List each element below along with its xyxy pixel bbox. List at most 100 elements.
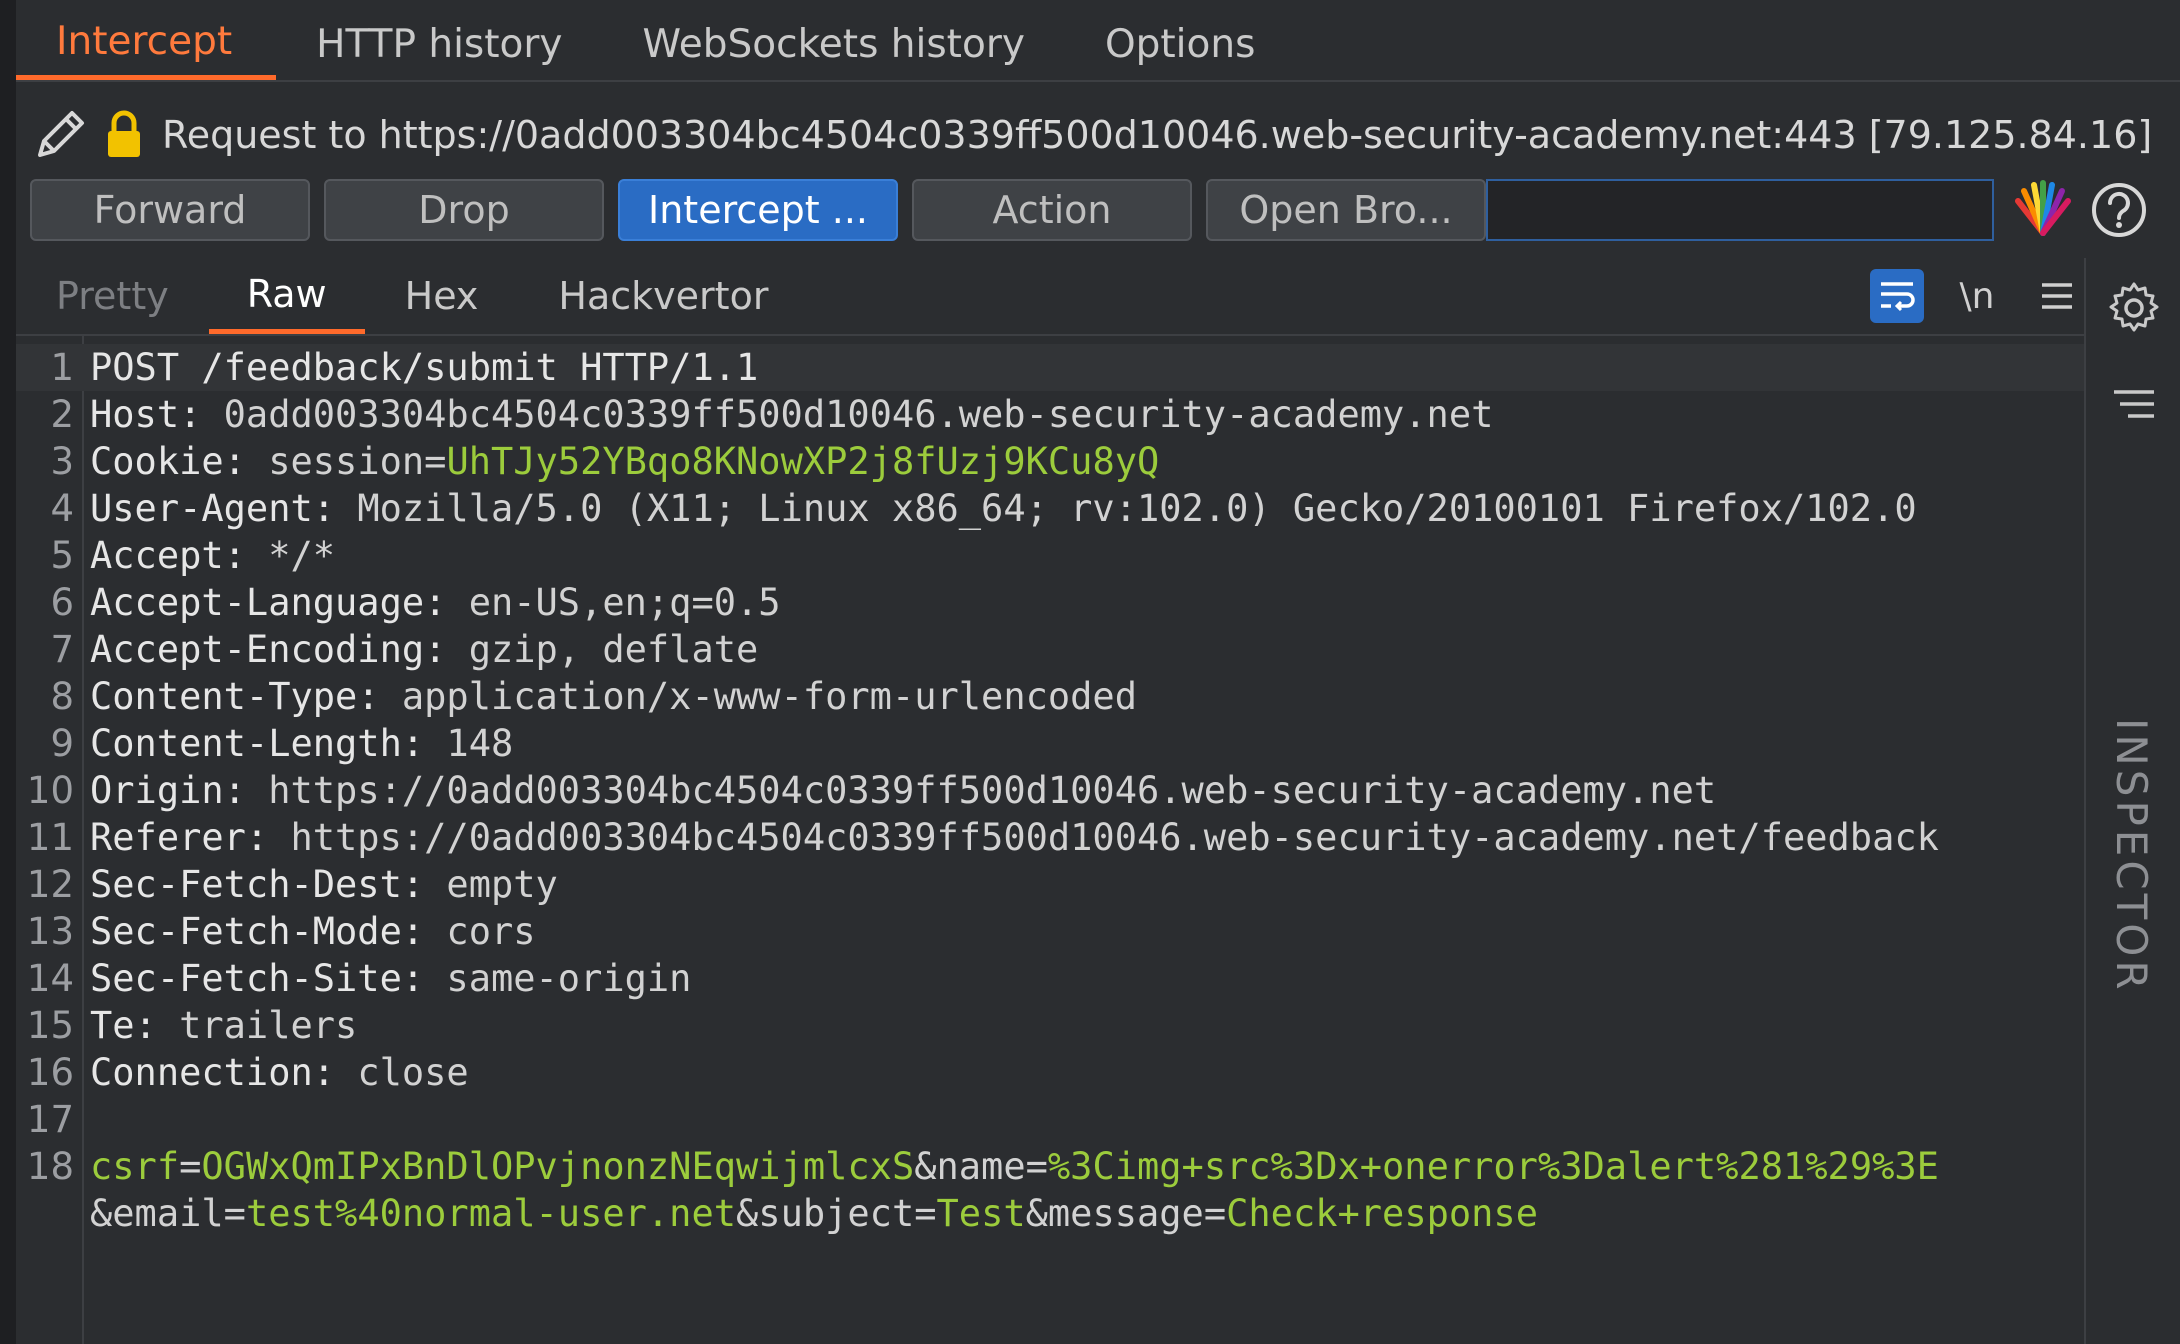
cookie-value: UhTJy52YBqo8KNowXP2j8fUzj9KCu8yQ — [446, 440, 1160, 483]
editor-tools: \n — [1844, 258, 2084, 334]
request-lines: 1 POST /feedback/submit HTTP/1.1 2 Host: 0… — [16, 344, 2084, 1237]
header-value: cors — [446, 910, 536, 953]
code-line: 8 Content-Type: application/x-www-form-ur… — [16, 673, 2084, 720]
line-number: 8 — [50, 675, 74, 718]
proxy-tabs: Intercept HTTP history WebSockets histor… — [16, 8, 2180, 82]
param-name: &name — [914, 1145, 1026, 1188]
line-number — [16, 1190, 74, 1237]
code-line: 3 Cookie: session=UhTJy52YBqo8KNowXP2j8fU… — [16, 438, 2084, 485]
param-value: %3Cimg+src%3Dx+onerror%3Dalert%281%29%3E — [1047, 1145, 1939, 1188]
line-number: 10 — [26, 769, 74, 812]
help-icon[interactable] — [2090, 181, 2148, 239]
code-line: 4 User-Agent: Mozilla/5.0 (X11; Linux x86… — [16, 485, 2084, 532]
header-name: Sec-Fetch-Dest: — [90, 863, 447, 906]
header-name: Sec-Fetch-Mode: — [90, 910, 447, 953]
header-value: https://0add003304bc4504c0339ff500d10046… — [290, 816, 1939, 859]
header-name: Cookie: — [90, 440, 269, 483]
header-value: empty — [446, 863, 558, 906]
intercept-toolbar: Forward Drop Intercept ... Action Open B… — [30, 178, 2148, 242]
pencil-icon[interactable] — [30, 105, 90, 165]
line-number: 17 — [26, 1098, 74, 1141]
header-name: Accept-Language: — [90, 581, 469, 624]
line-number: 15 — [26, 1004, 74, 1047]
line-number: 3 — [50, 440, 74, 483]
header-name: Sec-Fetch-Site: — [90, 957, 447, 1000]
left-edge — [0, 0, 16, 1344]
request-line: POST /feedback/submit HTTP/1.1 — [90, 346, 759, 389]
header-name: Content-Length: — [90, 722, 447, 765]
tab-raw[interactable]: Raw — [208, 258, 365, 334]
equals: = — [1025, 1145, 1048, 1188]
inspector-label[interactable]: INSPECTOR — [2107, 718, 2156, 994]
line-number: 14 — [26, 957, 74, 1000]
intercept-toggle-button[interactable]: Intercept ... — [618, 179, 898, 241]
code-line: 9 Content-Length: 148 — [16, 720, 2084, 767]
code-line: 10 Origin: https://0add003304bc4504c0339f… — [16, 767, 2084, 814]
code-line: 6 Accept-Language: en-US,en;q=0.5 — [16, 579, 2084, 626]
param-value: Check+response — [1226, 1192, 1538, 1235]
code-line: 7 Accept-Encoding: gzip, deflate — [16, 626, 2084, 673]
line-number: 2 — [50, 393, 74, 436]
line-number: 1 — [50, 346, 74, 389]
word-wrap-icon[interactable] — [1870, 269, 1924, 323]
cookie-name: session — [268, 440, 425, 483]
code-line: 12 Sec-Fetch-Dest: empty — [16, 861, 2084, 908]
message-editor-tabs: Pretty Raw Hex Hackvertor \n — [16, 258, 2084, 336]
param-name: &email — [90, 1192, 224, 1235]
header-value: */* — [268, 534, 336, 577]
line-number: 9 — [50, 722, 74, 765]
action-button[interactable]: Action — [912, 179, 1192, 241]
header-value: 0add003304bc4504c0339ff500d10046.web-sec… — [223, 393, 1494, 436]
tab-pretty[interactable]: Pretty — [16, 258, 209, 334]
equals: = — [179, 1145, 202, 1188]
header-value: application/x-www-form-urlencoded — [401, 675, 1137, 718]
inspector-panel: INSPECTOR — [2084, 258, 2180, 1344]
param-name: &message — [1025, 1192, 1204, 1235]
tab-hackvertor[interactable]: Hackvertor — [518, 258, 808, 334]
equals: = — [223, 1192, 246, 1235]
code-line: 17 — [16, 1096, 2084, 1143]
header-name: Accept-Encoding: — [90, 628, 469, 671]
tab-options[interactable]: Options — [1065, 8, 1295, 80]
tab-http-history[interactable]: HTTP history — [276, 8, 602, 80]
header-name: User-Agent: — [90, 487, 358, 530]
line-number: 13 — [26, 910, 74, 953]
header-value: https://0add003304bc4504c0339ff500d10046… — [268, 769, 1717, 812]
open-browser-button[interactable]: Open Bro... — [1206, 179, 1486, 241]
code-line: 2 Host: 0add003304bc4504c0339ff500d10046.… — [16, 391, 2084, 438]
menu-icon[interactable] — [2030, 269, 2084, 323]
newline-toggle-icon[interactable]: \n — [1950, 269, 2004, 323]
tab-websockets-history[interactable]: WebSockets history — [603, 8, 1065, 80]
header-value: Mozilla/5.0 (X11; Linux x86_64; rv:102.0… — [357, 487, 1917, 530]
param-name: &subject — [736, 1192, 915, 1235]
code-line: 18 csrf=OGWxQmIPxBnDlOPvjnonzNEqwijmlcxS&… — [16, 1143, 2084, 1190]
tab-hex[interactable]: Hex — [365, 258, 519, 334]
param-name: csrf — [90, 1145, 180, 1188]
filter-lines-icon[interactable] — [2112, 388, 2156, 424]
header-name: Referer: — [90, 816, 291, 859]
drop-button[interactable]: Drop — [324, 179, 604, 241]
gear-icon[interactable] — [2106, 280, 2162, 336]
code-line: 14 Sec-Fetch-Site: same-origin — [16, 955, 2084, 1002]
editor-scrollbar[interactable] — [2088, 344, 2098, 1334]
param-value: Test — [936, 1192, 1026, 1235]
line-number: 6 — [50, 581, 74, 624]
line-number: 12 — [26, 863, 74, 906]
header-name: Origin: — [90, 769, 269, 812]
highlight-color-icon[interactable] — [2012, 179, 2074, 241]
forward-button[interactable]: Forward — [30, 179, 310, 241]
tab-intercept[interactable]: Intercept — [16, 8, 277, 80]
line-number: 16 — [26, 1051, 74, 1094]
equals: = — [424, 440, 447, 483]
raw-request-editor[interactable]: 1 POST /feedback/submit HTTP/1.1 2 Host: 0… — [16, 336, 2098, 1344]
header-value: close — [357, 1051, 469, 1094]
burp-proxy-window: Intercept HTTP history WebSockets histor… — [0, 0, 2180, 1344]
code-line: 13 Sec-Fetch-Mode: cors — [16, 908, 2084, 955]
header-value: en-US,en;q=0.5 — [468, 581, 781, 624]
header-value: same-origin — [446, 957, 692, 1000]
equals: = — [914, 1192, 937, 1235]
code-line: 1 POST /feedback/submit HTTP/1.1 — [16, 344, 2084, 391]
comment-input[interactable] — [1486, 179, 1994, 241]
code-line: 16 Connection: close — [16, 1049, 2084, 1096]
lock-icon — [108, 110, 140, 157]
